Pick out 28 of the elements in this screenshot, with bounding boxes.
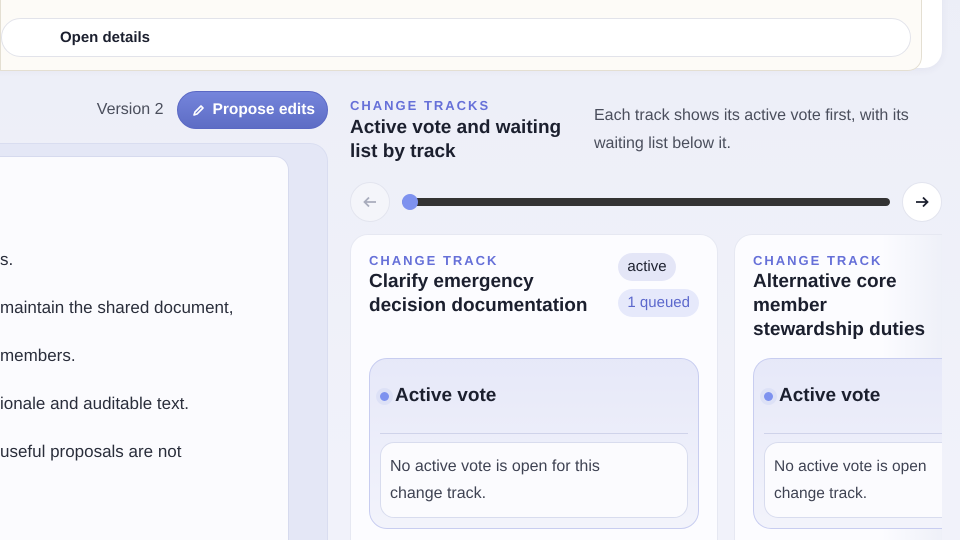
document-text: members. xyxy=(0,345,77,367)
scroll-thumb[interactable] xyxy=(402,194,418,210)
propose-edits-button[interactable]: Propose edits xyxy=(176,91,328,129)
vote-message: No active vote is open change track. xyxy=(764,442,942,518)
version-label: Version 2 xyxy=(96,101,164,119)
card-eyebrow: CHANGE TRACK xyxy=(369,253,500,268)
pencil-icon xyxy=(192,104,204,116)
track-title: Clarify emergency decision documentation xyxy=(369,270,589,318)
section-title: Active vote and waiting list by track xyxy=(350,116,562,164)
section-eyebrow: CHANGE TRACKS xyxy=(350,98,492,113)
open-details-button[interactable]: Open details xyxy=(1,18,911,57)
document-text: s. xyxy=(0,249,14,271)
dot-icon xyxy=(380,392,389,400)
document-text: useful proposals are not xyxy=(0,441,182,463)
left-arrow-icon xyxy=(363,196,377,208)
document-text: ionale and auditable text. xyxy=(0,393,190,415)
section-description: Each track shows its active vote first, with its waiting list below it. xyxy=(594,106,910,154)
dot-icon xyxy=(764,392,773,400)
card-eyebrow: CHANGE TRACK xyxy=(753,253,884,268)
next-button[interactable] xyxy=(902,182,942,222)
document-text: maintain the shared document, xyxy=(0,297,234,319)
vote-heading: Active vote xyxy=(779,385,880,407)
vote-message: No active vote is open for this change track. xyxy=(380,442,688,518)
status-label: active xyxy=(618,253,676,281)
queue-count: 1 queued xyxy=(618,289,699,317)
right-arrow-icon xyxy=(915,196,929,208)
track-title: Alternative core member stewardship duties xyxy=(753,270,926,342)
vote-heading: Active vote xyxy=(395,385,496,407)
